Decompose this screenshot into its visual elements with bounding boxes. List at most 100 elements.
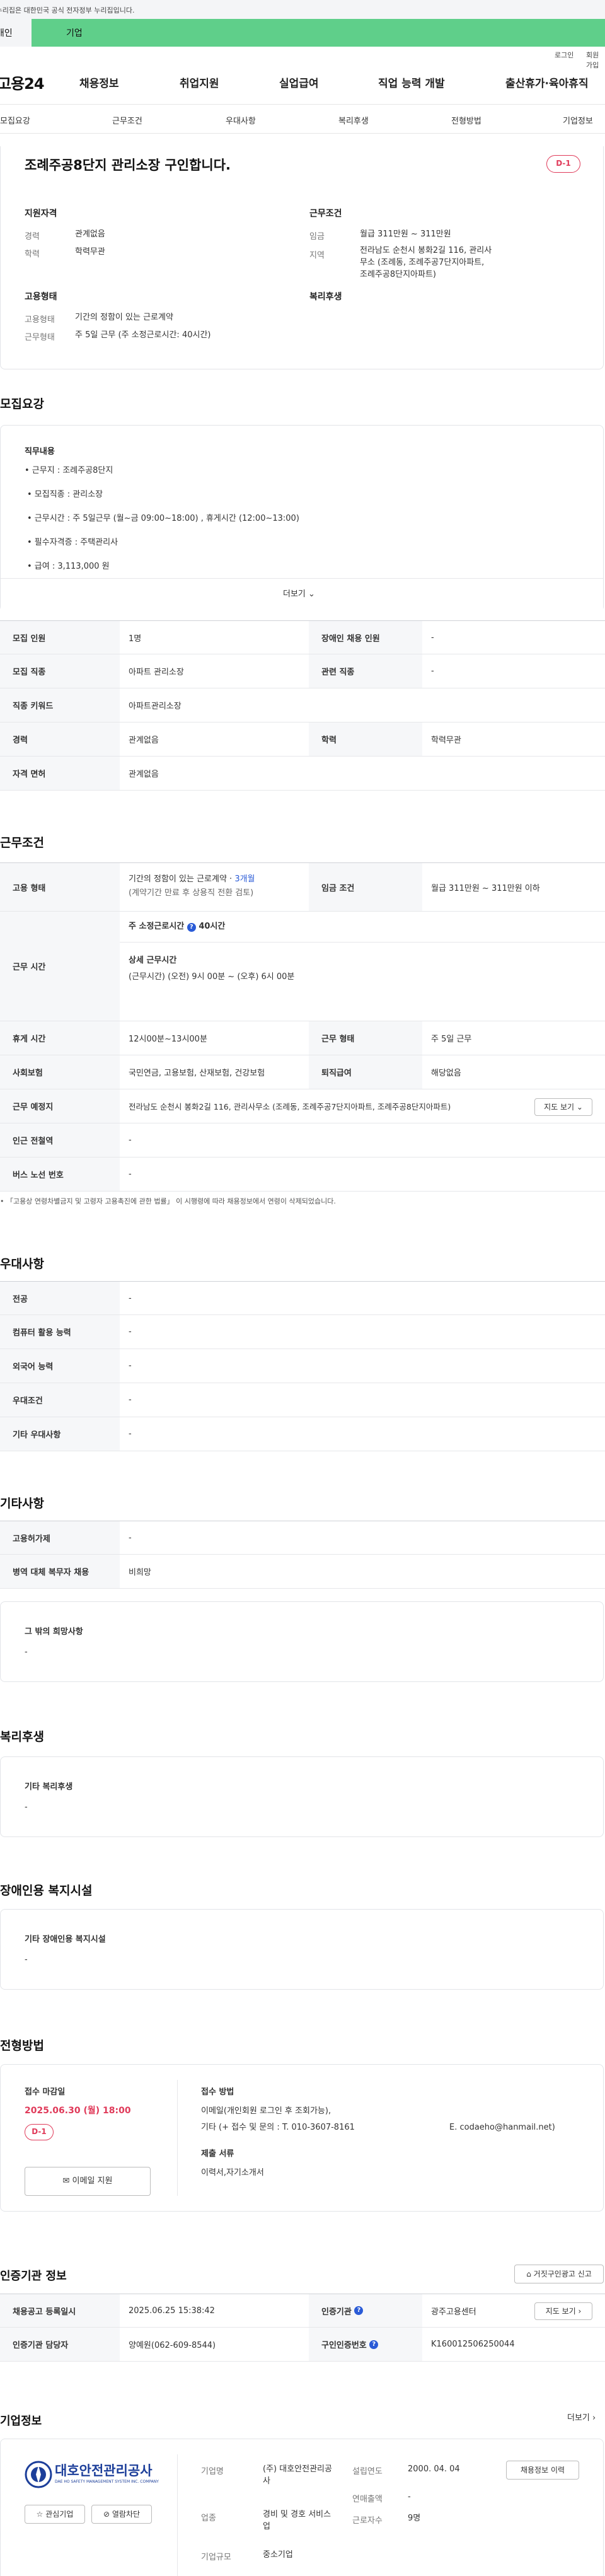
- career-label: 경력: [25, 232, 40, 241]
- employment-label: 고용형태: [25, 315, 55, 325]
- established-value: 2000. 04. 04: [408, 2464, 460, 2474]
- company-more-link[interactable]: 더보기 ›: [567, 2412, 596, 2424]
- anchor-welfare[interactable]: 복리후생: [338, 114, 369, 126]
- cell-value: -: [129, 1327, 132, 1337]
- map-button[interactable]: 지도 보기 ›: [534, 2302, 592, 2320]
- info-icon[interactable]: ?: [187, 923, 196, 932]
- anchor-selection[interactable]: 전형방법: [451, 114, 481, 126]
- mail-icon: ✉: [62, 2176, 70, 2186]
- email-apply-button[interactable]: ✉ 이메일 지원: [25, 2167, 151, 2196]
- info-icon[interactable]: ?: [354, 2306, 364, 2315]
- nav-parental-leave[interactable]: 출산휴가·육아휴직: [505, 74, 589, 90]
- company-logo: 대호안전관리공사 DAE HO SAFETY MANAGEMENT SYSTEM…: [25, 2458, 159, 2493]
- divider: [120, 942, 605, 943]
- cell-value: 1명: [129, 634, 142, 644]
- revenue-label: 연매출액: [352, 2495, 383, 2504]
- map-button-label: 지도 보기: [544, 1103, 575, 1111]
- cell-label: 채용공고 등록일시: [0, 2294, 120, 2327]
- block-view-button[interactable]: ⊘ 열람차단: [91, 2505, 152, 2524]
- other-table: 고용허가제 - 병역 대체 복무자 채용 비희망: [0, 1521, 605, 1589]
- cell-label: 고용허가제: [0, 1521, 120, 1554]
- welfare-box: 기타 복리후생 -: [0, 1756, 604, 1837]
- cell-label: 우대조건: [0, 1383, 120, 1417]
- anchor-company[interactable]: 기업정보: [563, 114, 593, 126]
- region-value: 전라남도 순천시 봉화2길 116, 관리사무소 (조례동, 조례주공7단지아파…: [360, 246, 492, 279]
- education-label: 학력: [25, 250, 40, 259]
- welfare-section-title: 복리후생: [0, 1730, 44, 1744]
- employment-type-text: 기간의 정함이 있는 근로계약 ·: [129, 874, 235, 884]
- cell-label: 외국어 능력: [0, 1349, 120, 1383]
- disability-box-value: -: [25, 1955, 28, 1964]
- cert-agency-label: 인증기관: [321, 2307, 352, 2317]
- table-row: 근무 시간 주 소정근로시간 ? 40시간 상세 근무시간 (근무시간) (오전…: [0, 912, 605, 1021]
- deadline-value: 2025.06.30 (월) 18:00: [25, 2106, 131, 2116]
- disability-box-title: 기타 장애인용 복지시설: [25, 1935, 106, 1944]
- anchor-recruit[interactable]: 모집요강: [0, 114, 30, 126]
- duty-line: • 근무지 : 조례주공8단지: [25, 466, 113, 475]
- table-row: 버스 노선 번호 -: [0, 1157, 605, 1192]
- other-section-title: 기타사항: [0, 1497, 44, 1511]
- selection-section-title: 전형방법: [0, 2039, 44, 2053]
- cell-value: 관계없음: [129, 736, 159, 745]
- nav-jobs[interactable]: 채용정보: [79, 74, 119, 90]
- tab-personal[interactable]: 개인: [0, 19, 32, 47]
- chevron-right-icon: ›: [578, 2307, 582, 2316]
- condition-title: 근무조건: [309, 209, 342, 219]
- anchor-preferences[interactable]: 우대사항: [226, 114, 256, 126]
- cell-label: 관련 직종: [309, 654, 422, 688]
- docs-label: 제출 서류: [201, 2149, 234, 2159]
- cell-label: 버스 노선 번호: [0, 1157, 120, 1191]
- anchor-conditions[interactable]: 근무조건: [112, 114, 142, 126]
- cell-value: 아파트 관리소장: [129, 668, 184, 677]
- duty-line: • 모집직종 : 관리소장: [27, 490, 103, 499]
- cell-value: 해당없음: [431, 1069, 461, 1078]
- favorite-company-button[interactable]: ☆ 관심기업: [25, 2505, 85, 2524]
- map-button[interactable]: 지도 보기 ⌄: [534, 1098, 592, 1116]
- table-row: 자격 면허 관계없음: [0, 757, 605, 791]
- recruit-history-button[interactable]: 채용정보 이력: [506, 2461, 579, 2480]
- company-name-value: (주) 대호안전관리공사: [263, 2464, 332, 2486]
- cell-value: 2025.06.25 15:38:42: [129, 2306, 215, 2316]
- anchor-tabs: 모집요강 근무조건 우대사항 복리후생 전형방법 기업정보: [0, 105, 605, 134]
- divider: [177, 2454, 178, 2576]
- table-row: 근무 예정지 전라남도 순천시 봉화2길 116, 관리사무소 (조례동, 조례…: [0, 1089, 605, 1123]
- nav-unemployment[interactable]: 실업급여: [279, 74, 319, 90]
- table-row: 인증기관 담당자 양예원(062-609-8544) 구인인증번호 ? K160…: [0, 2328, 605, 2362]
- tab-company[interactable]: 기업: [32, 19, 605, 47]
- report-fake-ad-button[interactable]: ⌂ 거짓구인광고 신고: [514, 2265, 604, 2283]
- cell-value: 광주고용센터: [431, 2307, 476, 2317]
- cell-label: 인증기관 ?: [309, 2294, 422, 2327]
- cell-value: -: [431, 632, 434, 642]
- table-row: 휴게 시간 12시00분~13시00분 근무 형태 주 5일 근무: [0, 1021, 605, 1055]
- cert-section-title: 인증기관 정보: [0, 2270, 67, 2283]
- chevron-down-icon: ⌄: [576, 1103, 583, 1111]
- other-box: 그 밖의 희망사항 -: [0, 1601, 604, 1682]
- dday-badge: D-1: [546, 155, 580, 173]
- cell-label: 전공: [0, 1282, 120, 1314]
- main-nav: 고용24 채용정보 취업지원 실업급여 직업 능력 개발 출산휴가·육아휴직: [0, 61, 605, 105]
- table-row: 병역 대체 복무자 채용 비희망: [0, 1555, 605, 1589]
- site-logo[interactable]: 고용24: [0, 71, 45, 93]
- company-size-label: 기업규모: [201, 2553, 231, 2562]
- logo-text: 대호안전관리공사: [55, 2463, 153, 2478]
- table-row: 사회보험 국민연금, 고용보험, 산재보험, 건강보험 퇴직급여 해당없음: [0, 1055, 605, 1089]
- cell-label: 임금 조건: [309, 863, 422, 911]
- detail-hours-value: (근무시간) (오전) 9시 00분 ~ (오후) 6시 00분: [129, 972, 295, 982]
- cell-label: 직종 키워드: [0, 688, 120, 722]
- block-label: 열람차단: [112, 2510, 141, 2519]
- cell-value: K160012506250044: [431, 2340, 515, 2349]
- info-icon[interactable]: ?: [369, 2340, 379, 2349]
- cell-value: -: [129, 1135, 132, 1145]
- method-label: 접수 방법: [201, 2087, 234, 2097]
- more-button[interactable]: 더보기 ⌄: [283, 588, 315, 600]
- cell-label: 모집 인원: [0, 621, 120, 654]
- login-link[interactable]: 로그인: [555, 50, 573, 60]
- nav-employment-support[interactable]: 취업지원: [180, 74, 219, 90]
- cell-label: 근무 예정지: [0, 1089, 120, 1123]
- other-box-value: -: [25, 1647, 28, 1657]
- nav-training[interactable]: 직업 능력 개발: [378, 74, 445, 90]
- duty-line: • 근무시간 : 주 5일근무 (월~금 09:00~18:00) , 휴게시간…: [27, 514, 299, 523]
- deadline-label: 접수 마감일: [25, 2087, 66, 2097]
- job-title: 조례주공8단지 관리소장 구인합니다.: [25, 158, 231, 173]
- established-label: 설립연도: [352, 2467, 383, 2476]
